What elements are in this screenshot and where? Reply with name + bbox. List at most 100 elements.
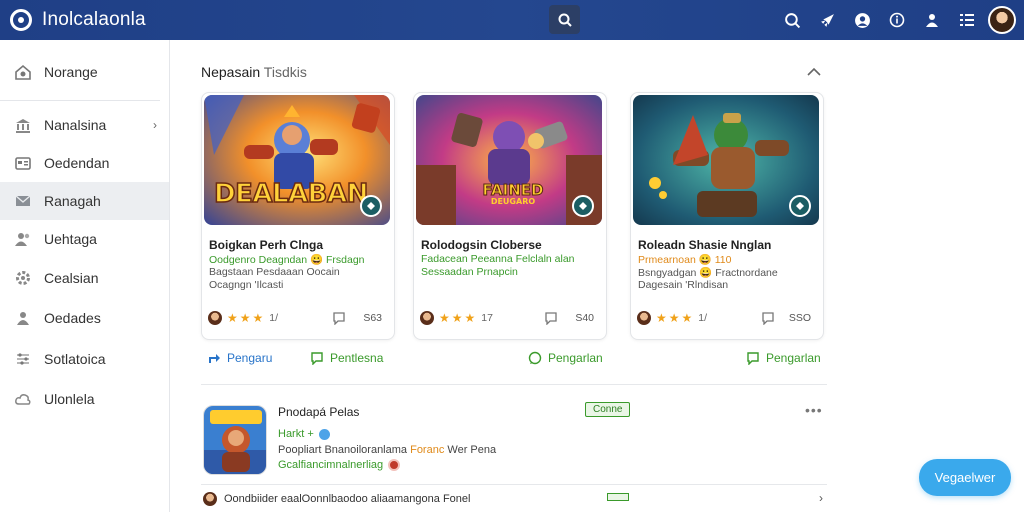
- featured-description-tail: Wer Pena: [444, 444, 497, 456]
- featured-tags: Gcalfiancimnalnerliag: [278, 459, 401, 471]
- featured-author: Harkt +: [278, 428, 330, 440]
- sidebar-item-cards[interactable]: Oedendan: [0, 144, 169, 182]
- sidebar-item-controls[interactable]: Sotlatoica: [0, 340, 169, 378]
- star-icon: ★: [227, 311, 238, 325]
- card-tagline: Oodgenro Deagndan 😀 Frsdagn: [209, 254, 365, 266]
- comment-count: S40: [575, 312, 594, 324]
- avatar[interactable]: [988, 6, 1016, 34]
- featured-tags-text: Gcalfiancimnalnerliag: [278, 459, 384, 471]
- sidebar-item-label: Oedades: [44, 310, 101, 326]
- chat-bubble-icon: [528, 351, 542, 365]
- game-artwork[interactable]: [633, 95, 819, 225]
- chevron-right-icon[interactable]: ›: [819, 491, 823, 505]
- top-bar: Inolcalaonla: [0, 0, 1024, 40]
- sidebar-item-bank[interactable]: Nanalsina ›: [0, 106, 169, 144]
- info-icon[interactable]: [888, 11, 906, 29]
- floating-action-button[interactable]: Vegaelwer: [919, 459, 1011, 496]
- more-options-icon[interactable]: •••: [805, 402, 823, 418]
- search-icon: [558, 13, 572, 27]
- game-artwork[interactable]: DEALABAN: [204, 95, 390, 225]
- star-icon: ★: [252, 311, 264, 325]
- share-link[interactable]: Pengaru: [207, 351, 272, 365]
- card-meta: Bsngyadgan 😀 Fractnordane: [638, 267, 778, 279]
- comment-link[interactable]: Pentlesna: [310, 351, 383, 365]
- sidebar-item-messages[interactable]: Ranagah: [0, 182, 169, 220]
- search-button[interactable]: [549, 5, 580, 34]
- comment-link[interactable]: Pengarlan: [528, 351, 603, 365]
- section-title: Nepasain Tisdkis: [201, 64, 307, 80]
- gear-icon: [14, 269, 32, 287]
- star-icon: ★: [656, 311, 667, 325]
- comment-link[interactable]: Pengarlan: [746, 351, 821, 365]
- sidebar-item-settings[interactable]: Cealsian: [0, 259, 169, 297]
- card-meta-secondary: Dagesain 'Rlndisan: [638, 279, 729, 291]
- game-card[interactable]: Roleadn Shasie Nnglan Prmearnoan 😀 110 B…: [630, 92, 824, 340]
- platform-badge-icon: [360, 195, 382, 217]
- person-icon: [14, 309, 32, 327]
- card-meta-secondary: Ocagngn 'Ilcasti: [209, 279, 284, 291]
- sliders-icon: [14, 350, 32, 368]
- sidebar-item-home[interactable]: Norange: [0, 53, 169, 91]
- user-circle-icon[interactable]: [853, 11, 871, 29]
- share-icon: [209, 354, 220, 363]
- divider: [201, 484, 827, 485]
- sidebar-item-label: Oedendan: [44, 155, 110, 171]
- rating-row: ★ ★ ★ 17 S40: [420, 310, 598, 326]
- chevron-up-icon[interactable]: [807, 64, 821, 76]
- users-icon: [14, 230, 32, 248]
- rocket-icon[interactable]: [818, 11, 836, 29]
- chat-icon: [311, 352, 323, 365]
- logo-icon: [10, 9, 32, 31]
- grid-icon[interactable]: [958, 11, 976, 29]
- game-artwork-title: DEALABAN: [213, 178, 369, 210]
- card-meta: Bagstaan Pesdaaan Oocain: [209, 266, 340, 278]
- app-logo[interactable]: Inolcalaonla: [10, 9, 146, 31]
- section-subtitle: Tisdkis: [263, 64, 307, 80]
- verified-icon: [318, 428, 330, 440]
- rating-value: 1/: [698, 312, 708, 324]
- sidebar-item-users[interactable]: Uehtaga: [0, 220, 169, 258]
- action-label: Pengarlan: [766, 351, 821, 365]
- sidebar-item-label: Ranagah: [44, 193, 101, 209]
- home-settings-icon: [14, 63, 32, 81]
- action-label: Pentlesna: [330, 351, 384, 365]
- search-icon[interactable]: [783, 11, 801, 29]
- chat-icon: [747, 352, 759, 365]
- bank-icon: [14, 116, 32, 134]
- action-label: Pengarlan: [548, 351, 603, 365]
- star-icon: ★: [239, 311, 251, 325]
- card-tagline: Fadacean Peeanna Felclaln alan: [421, 253, 575, 265]
- sidebar-item-label: Sotlatoica: [44, 351, 106, 367]
- rating-value: 1/: [269, 312, 279, 324]
- sidebar-item-cloud[interactable]: Ulonlela: [0, 380, 169, 418]
- comment-count: SSO: [788, 312, 811, 324]
- sidebar-item-profile[interactable]: Oedades: [0, 299, 169, 337]
- list-item-text: Oondbiider eaalOonnlbaodoo aliaamangona …: [224, 493, 471, 505]
- rating-row: ★ ★ ★ 1/ SSO: [637, 310, 815, 326]
- chevron-right-icon: ›: [153, 118, 157, 132]
- action-label: Pengaru: [227, 351, 273, 365]
- rating-value: 17: [481, 312, 493, 324]
- person-icon[interactable]: [923, 11, 941, 29]
- sidebar-item-label: Cealsian: [44, 270, 99, 286]
- platform-badge-icon: [572, 195, 594, 217]
- featured-highlight: Foranc: [410, 444, 445, 456]
- list-item[interactable]: Oondbiider eaalOonnlbaodoo aliaamangona …: [203, 491, 823, 507]
- game-card[interactable]: FAINED DEUGARO Rolodogsin Cloberse Fadac…: [413, 92, 607, 340]
- main-content: Nepasain Tisdkis DEALABAN Boigkan Perh C…: [171, 40, 1024, 512]
- comment-icon[interactable]: [761, 311, 775, 326]
- star-icon: ★: [464, 311, 476, 325]
- sidebar-item-label: Norange: [44, 64, 98, 80]
- featured-game-thumbnail[interactable]: [203, 405, 267, 475]
- comment-icon[interactable]: [332, 311, 346, 326]
- section-title-text: Nepasain: [201, 64, 261, 80]
- game-artwork[interactable]: FAINED DEUGARO: [416, 95, 602, 225]
- comment-icon[interactable]: [544, 311, 558, 326]
- platform-badge-icon: [789, 195, 811, 217]
- avatar: [203, 492, 217, 506]
- comment-count: S63: [363, 312, 382, 324]
- status-badge[interactable]: Conne: [585, 402, 631, 417]
- mail-icon: [14, 192, 32, 210]
- star-icon: ★: [439, 311, 450, 325]
- game-card[interactable]: DEALABAN Boigkan Perh Clnga Oodgenro Dea…: [201, 92, 395, 340]
